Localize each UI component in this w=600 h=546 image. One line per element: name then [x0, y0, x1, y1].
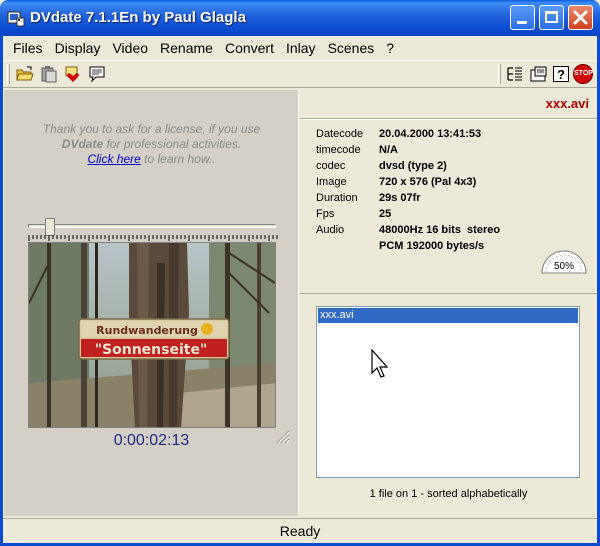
menu-inlay[interactable]: Inlay	[280, 40, 322, 56]
info-value: 48000Hz 16 bits stereo	[379, 224, 501, 236]
resize-grip-icon[interactable]	[272, 426, 290, 444]
info-value: 25	[379, 208, 392, 220]
comment-icon[interactable]	[87, 65, 107, 83]
timecode-display: 0:00:02:13	[113, 432, 190, 449]
info-value: PCM 192000 bytes/s	[379, 240, 485, 252]
app-icon[interactable]	[7, 9, 25, 27]
stop-icon-label: STOP	[574, 70, 593, 77]
file-info-panel: xxx.avi Datecode 20.04.2000 13:41:53 time…	[300, 90, 597, 294]
info-key: Fps	[316, 208, 335, 220]
help-icon[interactable]: ?	[553, 66, 569, 82]
sign-line-1: Rundwanderung	[96, 324, 198, 337]
info-separator	[300, 118, 597, 120]
menu-display[interactable]: Display	[49, 40, 107, 56]
toolbar-grip[interactable]	[7, 64, 10, 84]
menu-files[interactable]: Files	[7, 40, 49, 56]
info-row-audio: Audio 48000Hz 16 bits stereo	[316, 222, 500, 238]
mouse-cursor-icon	[371, 349, 389, 378]
maximize-icon	[545, 11, 558, 23]
menu-video[interactable]: Video	[106, 40, 154, 56]
info-row-fps: Fps 25	[316, 206, 391, 222]
seek-slider-ticks	[28, 235, 278, 241]
stop-icon[interactable]: STOP	[573, 64, 593, 84]
seek-slider-track[interactable]	[28, 224, 276, 228]
minimize-button[interactable]	[510, 5, 535, 30]
video-frame-image: Rundwanderung "Sonnenseite"	[29, 243, 275, 427]
maximize-button[interactable]	[539, 5, 564, 30]
license-line-2: DVdate for professional activities.	[4, 137, 299, 152]
info-row-duration: Duration 29s 07fr	[316, 190, 421, 206]
license-line-3: Click here to learn how..	[4, 152, 299, 167]
info-key: Image	[316, 176, 347, 188]
license-line-2-rest: for professional activities.	[103, 137, 242, 151]
current-filename: xxx.avi	[545, 96, 589, 111]
list-item[interactable]: xxx.avi	[318, 308, 578, 323]
window-title: DVdate 7.1.1En by Paul Glagla	[30, 9, 246, 26]
video-preview[interactable]: Rundwanderung "Sonnenseite"	[28, 242, 276, 428]
paste-icon[interactable]	[39, 65, 59, 83]
sign-line-2: "Sonnenseite"	[95, 342, 208, 358]
info-value: dvsd (type 2)	[379, 160, 447, 172]
minimize-icon	[517, 21, 527, 24]
info-row-image: Image 720 x 576 (Pal 4x3)	[316, 174, 476, 190]
menu-bar: Files Display Video Rename Convert Inlay…	[0, 36, 600, 60]
info-key: codec	[316, 160, 346, 172]
info-key: Datecode	[316, 128, 364, 140]
info-value: N/A	[379, 144, 398, 156]
info-row-timecode: timecode N/A	[316, 142, 398, 158]
menu-help[interactable]: ?	[380, 40, 400, 56]
status-text: Ready	[279, 523, 321, 539]
license-product: DVdate	[61, 137, 104, 151]
open-folder-icon[interactable]	[15, 65, 35, 83]
video-panel: Thank you to ask for a license, if you u…	[4, 90, 299, 516]
license-notice: Thank you to ask for a license, if you u…	[4, 122, 299, 167]
license-line-3-rest: to learn how..	[140, 152, 216, 166]
info-key: Duration	[316, 192, 358, 204]
file-list[interactable]: xxx.avi	[316, 306, 580, 478]
menu-scenes[interactable]: Scenes	[322, 40, 381, 56]
file-list-panel: xxx.avi 1 file on 1 - sorted alphabetica…	[300, 296, 597, 516]
info-value: 20.04.2000 13:41:53	[379, 128, 482, 140]
properties-icon[interactable]	[505, 65, 525, 83]
file-list-status: 1 file on 1 - sorted alphabetically	[369, 488, 528, 500]
info-row-audio-pcm: PCM 192000 bytes/s	[316, 238, 484, 254]
title-bar[interactable]: DVdate 7.1.1En by Paul Glagla	[0, 0, 600, 36]
close-icon	[573, 10, 588, 25]
info-key: Audio	[316, 224, 345, 236]
toolbar-grip-right[interactable]	[498, 64, 501, 84]
info-key: timecode	[316, 144, 361, 156]
menu-convert[interactable]: Convert	[219, 40, 280, 56]
license-line-1: Thank you to ask for a license, if you u…	[42, 122, 261, 136]
info-value: 720 x 576 (Pal 4x3)	[379, 176, 477, 188]
zoom-gauge[interactable]: 50%	[540, 250, 588, 274]
window-frame-left	[0, 36, 3, 546]
info-row-datecode: Datecode 20.04.2000 13:41:53	[316, 126, 481, 142]
help-icon-label: ?	[557, 67, 565, 82]
info-row-codec: codec dvsd (type 2)	[316, 158, 447, 174]
toolbar: ? STOP	[3, 60, 597, 88]
favorite-icon[interactable]	[63, 65, 83, 83]
zoom-gauge-label: 50%	[554, 261, 574, 272]
info-value: 29s 07fr	[379, 192, 421, 204]
close-button[interactable]	[568, 5, 593, 30]
settings-icon[interactable]	[529, 65, 549, 83]
license-link[interactable]: Click here	[87, 152, 140, 166]
seek-slider-thumb[interactable]	[45, 218, 56, 236]
status-bar: Ready	[3, 518, 597, 543]
menu-rename[interactable]: Rename	[154, 40, 219, 56]
